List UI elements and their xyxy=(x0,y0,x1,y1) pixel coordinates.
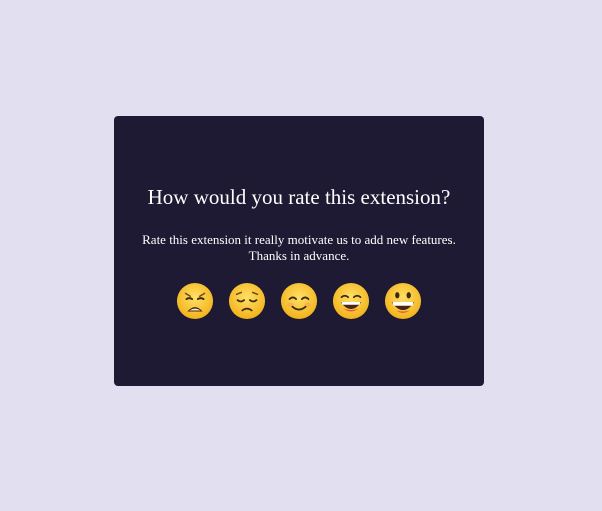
smiling-face-icon xyxy=(280,282,318,320)
pensive-face-icon xyxy=(228,282,266,320)
rating-dialog: How would you rate this extension? Rate … xyxy=(114,116,484,386)
description-line-2: Thanks in advance. xyxy=(248,248,350,263)
rating-5-button[interactable] xyxy=(384,282,422,320)
rating-1-button[interactable] xyxy=(176,282,214,320)
rating-options xyxy=(114,282,484,320)
dialog-description: Rate this extension it really motivate u… xyxy=(134,232,464,264)
rating-3-button[interactable] xyxy=(280,282,318,320)
rating-4-button[interactable] xyxy=(332,282,370,320)
weary-face-icon xyxy=(176,282,214,320)
description-line-1: Rate this extension it really motivate u… xyxy=(142,232,456,247)
rating-2-button[interactable] xyxy=(228,282,266,320)
dialog-title: How would you rate this extension? xyxy=(147,185,451,209)
grinning-squinting-face-icon xyxy=(332,282,370,320)
grinning-face-icon xyxy=(384,282,422,320)
